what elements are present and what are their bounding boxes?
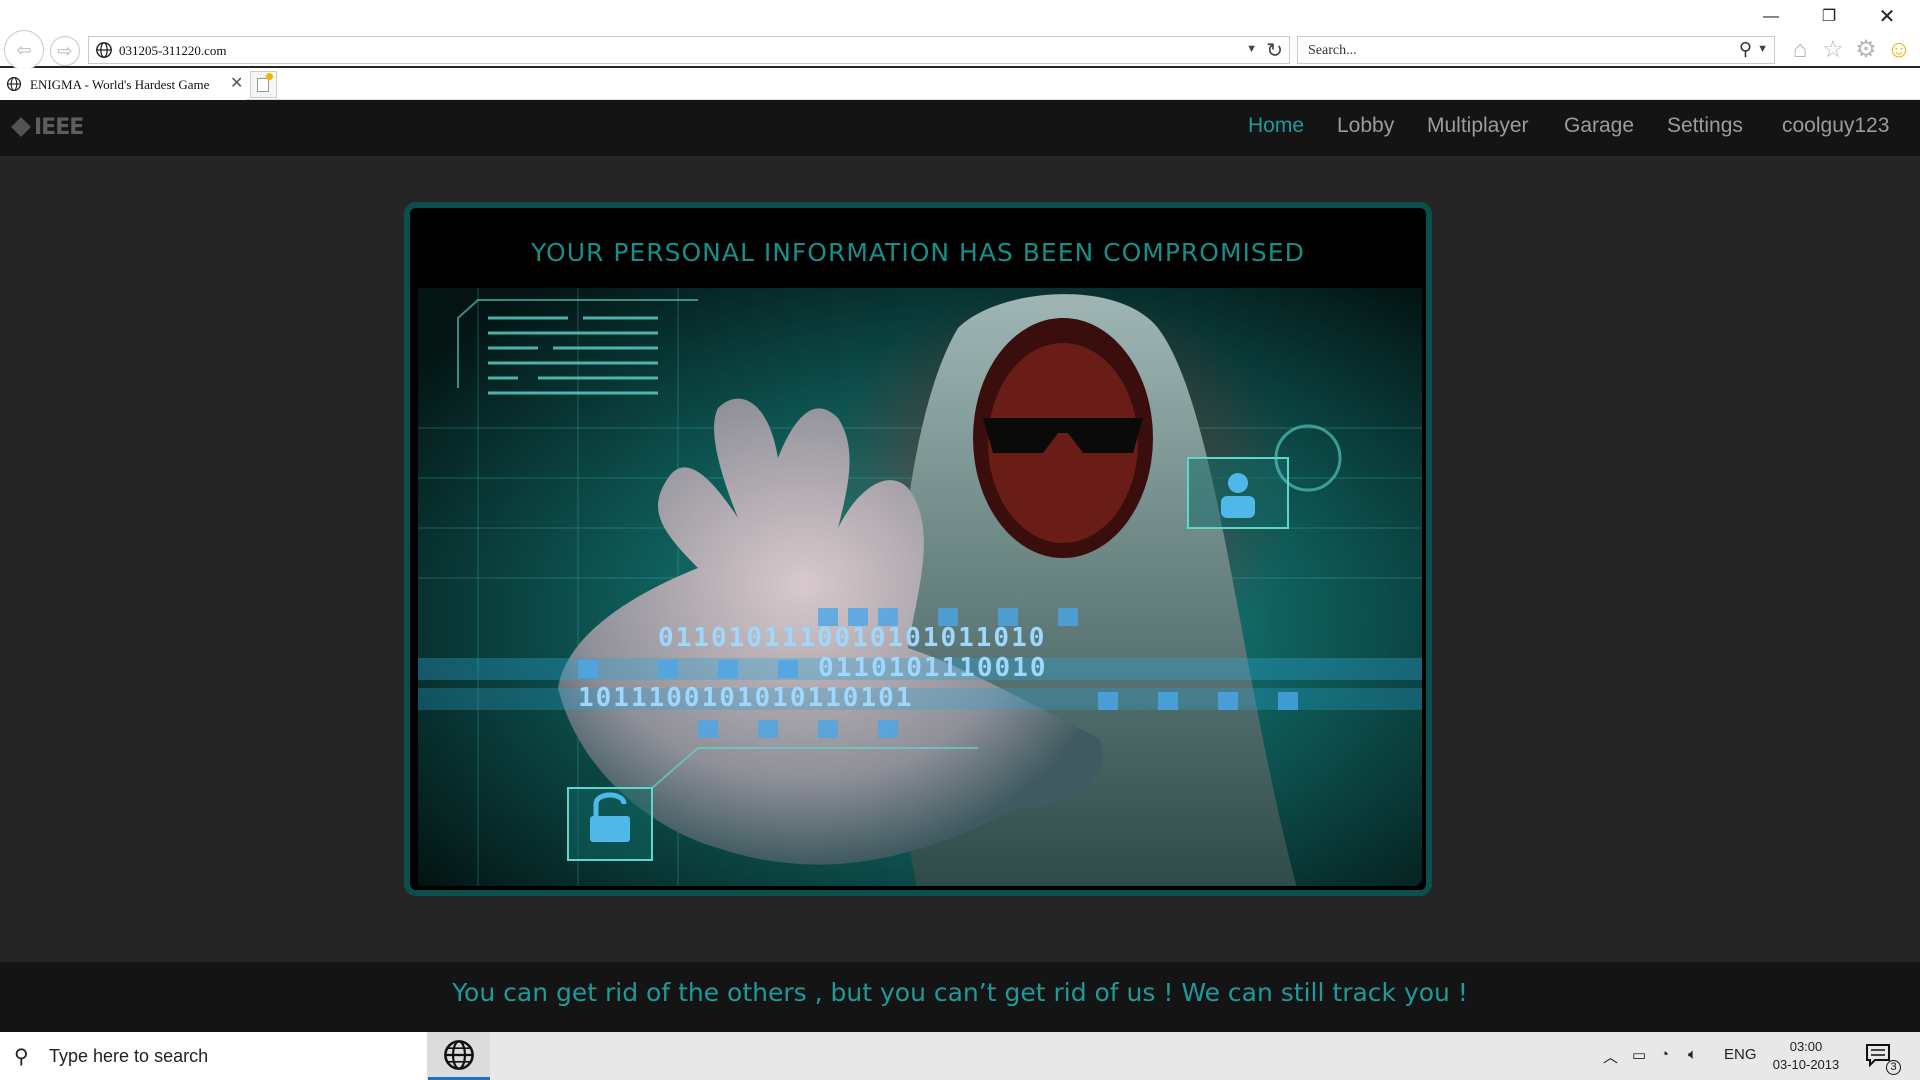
- tab-enigma[interactable]: ENIGMA - World's Hardest Game ✕: [0, 68, 246, 100]
- address-bar[interactable]: 031205-311220.com ▼ ↻: [88, 36, 1290, 64]
- close-window-button[interactable]: ✕: [1862, 2, 1912, 32]
- globe-icon: [444, 1039, 474, 1070]
- address-dropdown-icon[interactable]: ▼: [1246, 43, 1257, 55]
- back-button[interactable]: ⇦: [4, 30, 44, 70]
- compromised-headline: YOUR PERSONAL INFORMATION HAS BEEN COMPR…: [531, 238, 1305, 267]
- chevron-up-icon[interactable]: ︿: [1603, 1046, 1618, 1067]
- site-navbar: IEEE Home Lobby Multiplayer Garage Setti…: [0, 100, 1920, 156]
- home-icon[interactable]: ⌂: [1785, 34, 1815, 66]
- browser-titlebar: — ❐ ✕: [0, 0, 1920, 34]
- back-arrow-icon: ⇦: [16, 39, 32, 60]
- search-placeholder: Search...: [1308, 43, 1357, 58]
- forward-button[interactable]: ⇨: [50, 36, 80, 66]
- address-row: ⇦ ⇨ 031205-311220.com ▼ ↻ Search... ⚲ ▼ …: [0, 30, 1920, 70]
- ieee-logo[interactable]: IEEE: [11, 112, 134, 142]
- binary-line-1: 0110101110010101011010: [658, 623, 1046, 653]
- footer-banner: You can get rid of the others , but you …: [0, 962, 1920, 1032]
- minimize-button[interactable]: —: [1746, 2, 1796, 32]
- language-indicator[interactable]: ENG: [1724, 1046, 1757, 1063]
- footer-message: You can get rid of the others , but you …: [452, 978, 1468, 1007]
- clock-time: 03:00: [1789, 1039, 1823, 1054]
- refresh-icon[interactable]: ↻: [1266, 38, 1283, 63]
- gear-icon[interactable]: ⚙: [1851, 34, 1881, 66]
- nav-garage[interactable]: Garage: [1564, 114, 1634, 138]
- tab-row: ENIGMA - World's Hardest Game ✕: [0, 68, 1920, 100]
- taskbar-search[interactable]: ⚲ Type here to search: [0, 1032, 428, 1080]
- globe-icon: [96, 42, 112, 58]
- search-icon: ⚲: [14, 1046, 29, 1068]
- taskbar: ⚲ Type here to search ︿ ▭ ◔ 🔈︎ ENG 03:00…: [0, 1032, 1920, 1080]
- taskbar-browser-app[interactable]: [428, 1032, 490, 1080]
- address-text: 031205-311220.com: [119, 43, 227, 58]
- battery-icon[interactable]: ▭: [1632, 1046, 1646, 1064]
- logo-diamond-icon: [11, 117, 31, 137]
- tab-close-icon[interactable]: ✕: [230, 73, 243, 93]
- volume-icon[interactable]: 🔈︎: [1688, 1046, 1697, 1063]
- search-dropdown-icon[interactable]: ▼: [1757, 43, 1768, 55]
- tab-title: ENIGMA - World's Hardest Game: [30, 77, 210, 92]
- new-tab-button[interactable]: [250, 71, 277, 98]
- restore-button[interactable]: ❐: [1804, 2, 1854, 32]
- nav-home[interactable]: Home: [1248, 114, 1304, 138]
- new-tab-icon: [257, 78, 269, 92]
- browser-search-box[interactable]: Search... ⚲ ▼: [1297, 36, 1775, 64]
- star-icon[interactable]: ☆: [1818, 34, 1848, 66]
- smiley-icon[interactable]: ☺: [1884, 34, 1914, 66]
- nav-settings[interactable]: Settings: [1667, 114, 1743, 138]
- nav-lobby[interactable]: Lobby: [1337, 114, 1394, 138]
- wifi-icon[interactable]: ◔: [1660, 1046, 1669, 1063]
- binary-line-3: 1011100101010110101: [578, 683, 913, 713]
- clock-date: 03-10-2013: [1772, 1057, 1840, 1072]
- notification-center-button[interactable]: 3: [1864, 1042, 1904, 1076]
- nav-user[interactable]: coolguy123: [1782, 114, 1889, 138]
- forward-arrow-icon: ⇨: [57, 40, 73, 61]
- notification-count: 3: [1886, 1060, 1901, 1075]
- globe-icon: [6, 76, 22, 92]
- binary-line-2: 0110101110010: [818, 653, 1048, 683]
- clock[interactable]: 03:00 03-10-2013: [1766, 1038, 1846, 1074]
- nav-multiplayer[interactable]: Multiplayer: [1427, 114, 1529, 138]
- main-panel: YOUR PERSONAL INFORMATION HAS BEEN COMPR…: [404, 202, 1432, 896]
- hacker-illustration: 0110101110010101011010 0110101110010 101…: [418, 288, 1422, 886]
- search-icon[interactable]: ⚲: [1739, 39, 1752, 60]
- taskbar-search-placeholder: Type here to search: [49, 1046, 209, 1066]
